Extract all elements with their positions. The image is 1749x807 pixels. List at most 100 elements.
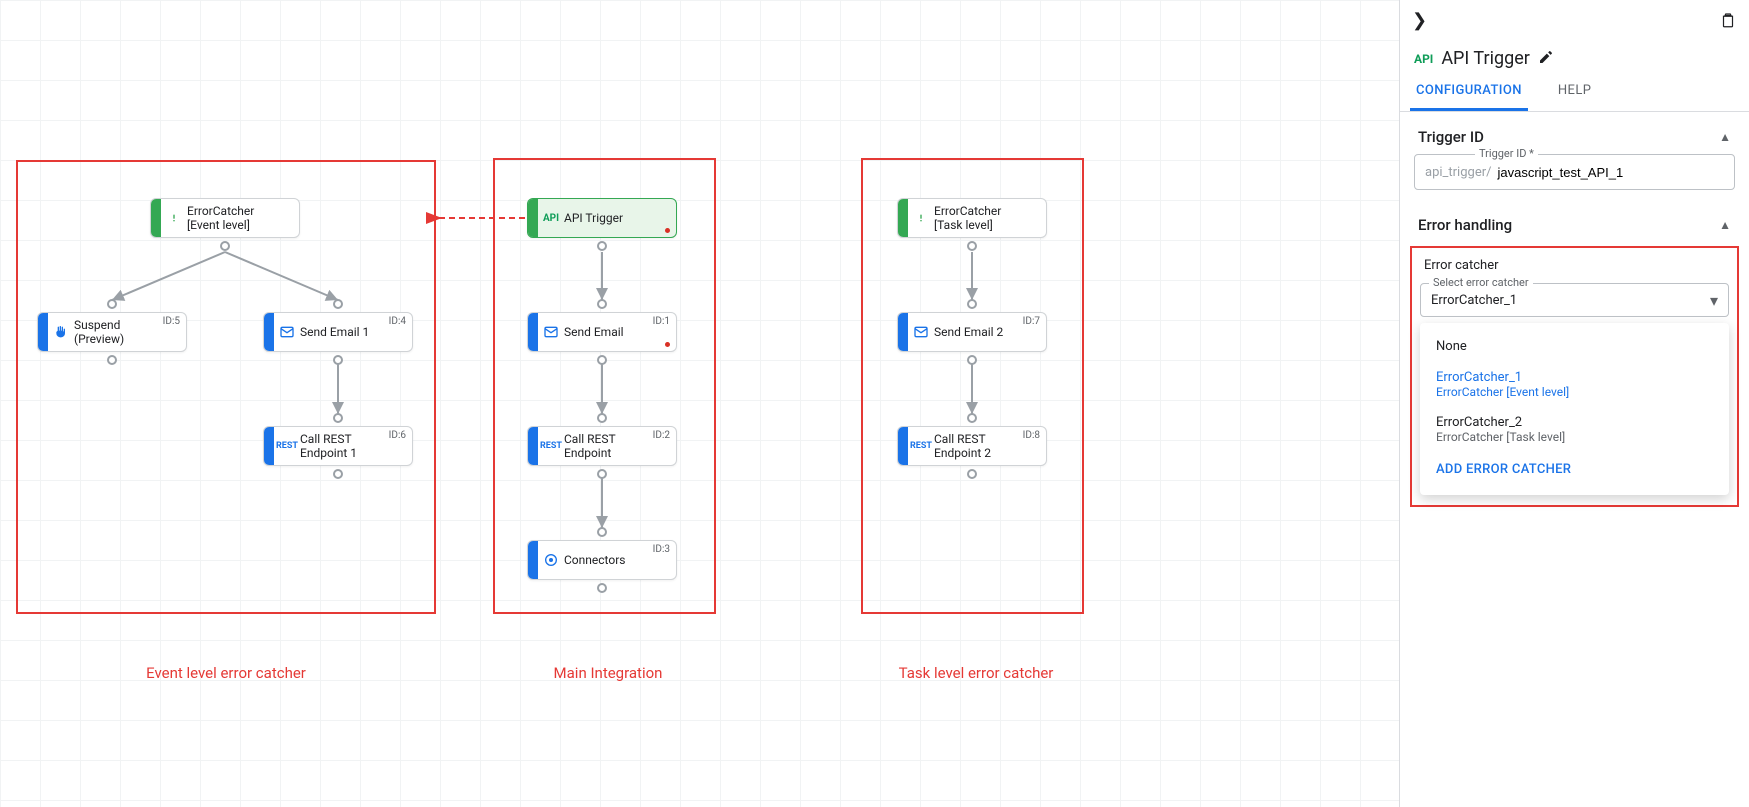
trigger-id-input[interactable]	[1497, 165, 1724, 180]
node-errorcatcher-event[interactable]: ErrorCatcher [Event level]	[150, 198, 300, 238]
mail-icon	[542, 323, 560, 341]
node-bar	[898, 199, 908, 237]
port[interactable]	[333, 299, 343, 309]
option-label: ErrorCatcher_2	[1436, 415, 1713, 430]
tabs: CONFIGURATION HELP	[1400, 73, 1749, 112]
tab-configuration[interactable]: CONFIGURATION	[1410, 73, 1528, 111]
node-bar	[151, 199, 161, 237]
port[interactable]	[597, 527, 607, 537]
node-connectors[interactable]: Connectors ID:3	[527, 540, 677, 580]
dirty-dot	[665, 228, 670, 233]
mail-icon	[912, 323, 930, 341]
caption-main: Main Integration	[478, 664, 738, 682]
node-bar	[528, 313, 538, 351]
error-catcher-dropdown: None ErrorCatcher_1 ErrorCatcher [Event …	[1420, 323, 1729, 495]
port[interactable]	[967, 241, 977, 251]
section-error-handling: Error handling	[1418, 216, 1512, 234]
port[interactable]	[967, 413, 977, 423]
port[interactable]	[597, 413, 607, 423]
panel-title: API Trigger	[1441, 48, 1530, 69]
dirty-dot	[665, 342, 670, 347]
option-errorcatcher-2[interactable]: ErrorCatcher_2 ErrorCatcher [Task level]	[1420, 407, 1729, 452]
node-id: ID:7	[1023, 316, 1040, 327]
add-error-catcher-button[interactable]: ADD ERROR CATCHER	[1420, 452, 1729, 487]
port[interactable]	[107, 355, 117, 365]
port[interactable]	[597, 469, 607, 479]
node-id: ID:4	[389, 316, 406, 327]
canvas[interactable]: Event level error catcher Main Integrati…	[0, 0, 1399, 807]
node-send-email-1[interactable]: Send Email 1 ID:4	[263, 312, 413, 352]
connector-icon	[542, 551, 560, 569]
node-id: ID:5	[163, 316, 180, 327]
node-rest-2[interactable]: REST Call REST Endpoint 2 ID:8	[897, 426, 1047, 466]
port[interactable]	[597, 355, 607, 365]
port[interactable]	[107, 299, 117, 309]
collapse-section-icon[interactable]: ▲	[1719, 130, 1731, 144]
error-catcher-region: Error catcher Select error catcher Error…	[1410, 246, 1739, 507]
collapse-panel-icon[interactable]: ❯	[1412, 10, 1427, 31]
port[interactable]	[597, 583, 607, 593]
trigger-id-label: Trigger ID *	[1475, 147, 1538, 160]
delete-icon[interactable]	[1719, 11, 1737, 29]
select-value: ErrorCatcher_1	[1431, 293, 1710, 308]
option-label: ErrorCatcher_1	[1436, 370, 1713, 385]
error-icon	[165, 209, 183, 227]
caption-event: Event level error catcher	[96, 664, 356, 682]
side-panel: ❯ API API Trigger CONFIGURATION HELP Tri…	[1399, 0, 1749, 807]
node-bar	[528, 541, 538, 579]
option-none[interactable]: None	[1420, 331, 1729, 362]
node-api-trigger[interactable]: API API Trigger	[527, 198, 677, 238]
port[interactable]	[333, 469, 343, 479]
dropdown-icon: ▾	[1710, 291, 1718, 310]
node-label: ErrorCatcher [Event level]	[187, 204, 299, 233]
port[interactable]	[333, 413, 343, 423]
node-bar	[264, 427, 274, 465]
port[interactable]	[967, 355, 977, 365]
edit-title-icon[interactable]	[1538, 49, 1554, 69]
trigger-id-prefix: api_trigger/	[1425, 165, 1491, 180]
node-suspend[interactable]: Suspend (Preview) ID:5	[37, 312, 187, 352]
select-label: Select error catcher	[1429, 276, 1533, 289]
port[interactable]	[597, 241, 607, 251]
option-sublabel: ErrorCatcher [Task level]	[1436, 430, 1713, 444]
node-id: ID:3	[653, 544, 670, 555]
error-catcher-label: Error catcher	[1424, 258, 1729, 273]
api-icon: API	[542, 209, 560, 227]
option-sublabel: ErrorCatcher [Event level]	[1436, 385, 1713, 399]
option-label: None	[1436, 339, 1713, 354]
node-id: ID:2	[653, 430, 670, 441]
tab-help[interactable]: HELP	[1552, 73, 1597, 111]
node-send-email[interactable]: Send Email ID:1	[527, 312, 677, 352]
node-bar	[528, 427, 538, 465]
error-catcher-select[interactable]: Select error catcher ErrorCatcher_1 ▾	[1420, 283, 1729, 317]
api-badge: API	[1414, 52, 1433, 66]
port[interactable]	[597, 299, 607, 309]
port[interactable]	[967, 469, 977, 479]
error-icon	[912, 209, 930, 227]
caption-task: Task level error catcher	[846, 664, 1106, 682]
node-bar	[898, 427, 908, 465]
collapse-section-icon[interactable]: ▲	[1719, 218, 1731, 232]
node-bar	[264, 313, 274, 351]
section-trigger-id: Trigger ID	[1418, 128, 1484, 146]
node-label: ErrorCatcher [Task level]	[934, 204, 1046, 233]
node-bar	[898, 313, 908, 351]
node-id: ID:1	[653, 316, 670, 327]
node-id: ID:6	[389, 430, 406, 441]
node-rest-1[interactable]: REST Call REST Endpoint 1 ID:6	[263, 426, 413, 466]
trigger-id-field[interactable]: Trigger ID * api_trigger/	[1414, 154, 1735, 190]
node-errorcatcher-task[interactable]: ErrorCatcher [Task level]	[897, 198, 1047, 238]
node-rest[interactable]: REST Call REST Endpoint ID:2	[527, 426, 677, 466]
node-id: ID:8	[1023, 430, 1040, 441]
node-bar	[38, 313, 48, 351]
node-label: API Trigger	[564, 211, 676, 225]
option-errorcatcher-1[interactable]: ErrorCatcher_1 ErrorCatcher [Event level…	[1420, 362, 1729, 407]
node-send-email-2[interactable]: Send Email 2 ID:7	[897, 312, 1047, 352]
hand-icon	[52, 323, 70, 341]
rest-icon: REST	[278, 437, 296, 455]
mail-icon	[278, 323, 296, 341]
port[interactable]	[967, 299, 977, 309]
rest-icon: REST	[542, 437, 560, 455]
port[interactable]	[220, 241, 230, 251]
port[interactable]	[333, 355, 343, 365]
